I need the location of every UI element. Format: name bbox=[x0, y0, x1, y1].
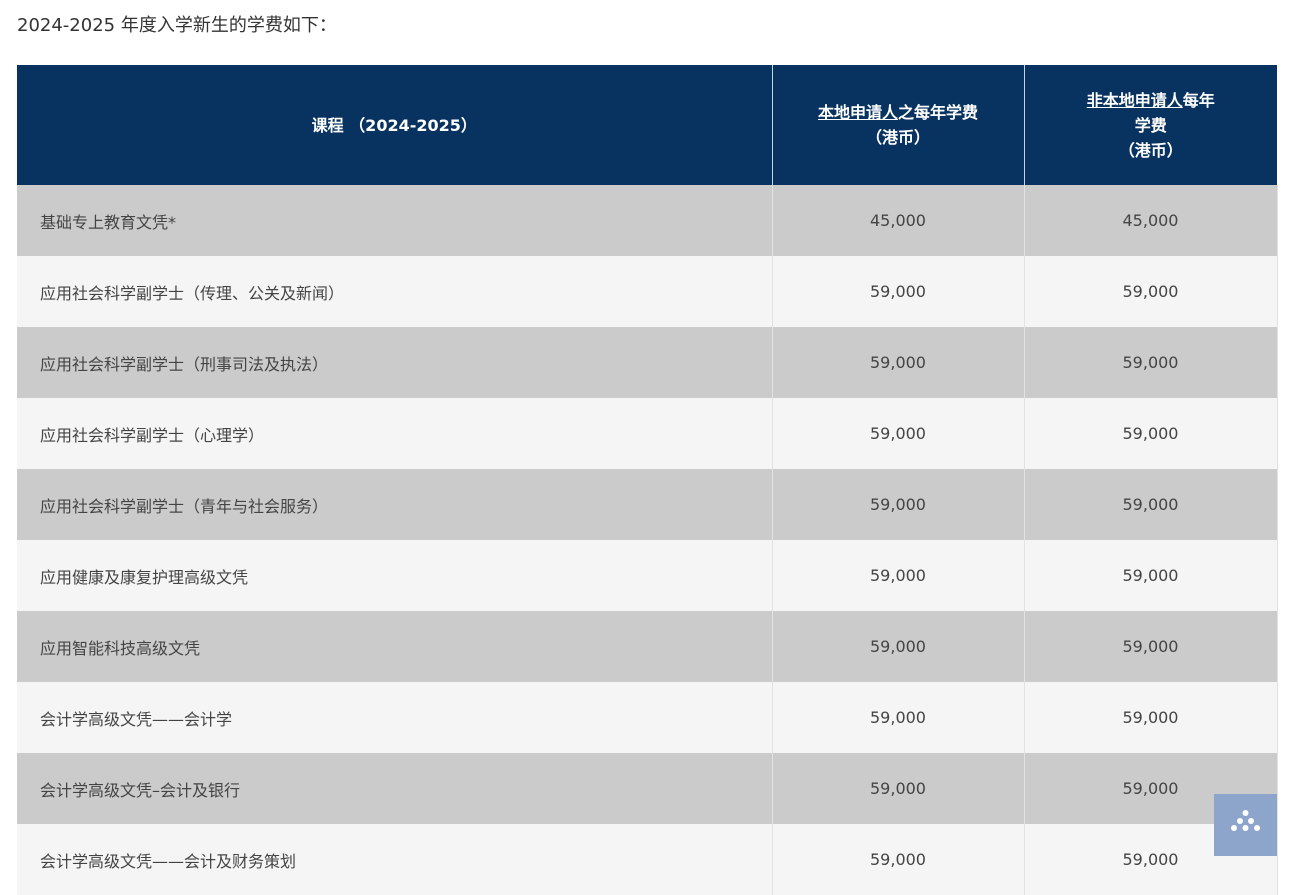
dots-menu-icon bbox=[1231, 810, 1260, 831]
table-row: 应用社会科学副学士（心理学） 59,000 59,000 bbox=[17, 398, 1278, 469]
local-fee: 59,000 bbox=[772, 540, 1025, 611]
course-name: 应用智能科技高级文凭 bbox=[17, 611, 773, 682]
table-header-row: 课程 （2024-2025） 本地申请人之每年学费 （港币） 非本地申请人每年 … bbox=[17, 65, 1277, 185]
local-applicant-link[interactable]: 本地申请人 bbox=[818, 103, 898, 122]
course-name: 应用社会科学副学士（刑事司法及执法） bbox=[17, 327, 773, 398]
table-row: 应用社会科学副学士（青年与社会服务） 59,000 59,000 bbox=[17, 469, 1278, 540]
nonlocal-fee: 59,000 bbox=[1024, 682, 1278, 753]
course-name: 基础专上教育文凭* bbox=[17, 185, 773, 256]
table-row: 会计学高级文凭–会计及银行 59,000 59,000 bbox=[17, 753, 1278, 824]
header-nonlocal-line2: 学费 bbox=[1134, 115, 1167, 135]
course-name: 应用社会科学副学士（心理学） bbox=[17, 398, 773, 469]
nonlocal-fee: 59,000 bbox=[1024, 256, 1278, 327]
header-local-rest: 之每年学费 bbox=[898, 103, 979, 122]
course-name: 应用健康及康复护理高级文凭 bbox=[17, 540, 773, 611]
tuition-fee-table: 课程 （2024-2025） 本地申请人之每年学费 （港币） 非本地申请人每年 … bbox=[17, 65, 1278, 895]
nonlocal-fee: 59,000 bbox=[1024, 327, 1278, 398]
nonlocal-applicant-link[interactable]: 非本地申请人 bbox=[1087, 91, 1183, 110]
table-row: 会计学高级文凭——会计及财务策划 59,000 59,000 bbox=[17, 824, 1278, 895]
table-row: 会计学高级文凭——会计学 59,000 59,000 bbox=[17, 682, 1278, 753]
local-fee: 59,000 bbox=[772, 824, 1025, 895]
local-fee: 59,000 bbox=[772, 469, 1025, 540]
course-name: 会计学高级文凭——会计及财务策划 bbox=[17, 824, 773, 895]
header-nonlocal-fee: 非本地申请人每年 学费 （港币） bbox=[1024, 65, 1277, 185]
local-fee: 59,000 bbox=[772, 398, 1025, 469]
local-fee: 59,000 bbox=[772, 611, 1025, 682]
local-fee: 59,000 bbox=[772, 327, 1025, 398]
table-row: 应用智能科技高级文凭 59,000 59,000 bbox=[17, 611, 1278, 682]
header-nonlocal-rest: 每年 bbox=[1182, 90, 1215, 110]
header-course-label: 课程 （2024-2025） bbox=[311, 115, 477, 135]
table-row: 应用社会科学副学士（传理、公关及新闻） 59,000 59,000 bbox=[17, 256, 1278, 327]
table-row: 应用健康及康复护理高级文凭 59,000 59,000 bbox=[17, 540, 1278, 611]
header-course: 课程 （2024-2025） bbox=[17, 65, 773, 185]
course-name: 会计学高级文凭–会计及银行 bbox=[17, 753, 773, 824]
intro-text: 2024-2025 年度入学新生的学费如下： bbox=[17, 15, 337, 36]
local-fee: 45,000 bbox=[772, 185, 1025, 256]
header-nonlocal-unit: （港币） bbox=[1118, 140, 1183, 160]
course-name: 应用社会科学副学士（青年与社会服务） bbox=[17, 469, 773, 540]
header-local-fee: 本地申请人之每年学费 （港币） bbox=[772, 65, 1025, 185]
nonlocal-fee: 59,000 bbox=[1024, 611, 1278, 682]
course-name: 应用社会科学副学士（传理、公关及新闻） bbox=[17, 256, 773, 327]
nonlocal-fee: 45,000 bbox=[1024, 185, 1278, 256]
local-fee: 59,000 bbox=[772, 753, 1025, 824]
table-row: 应用社会科学副学士（刑事司法及执法） 59,000 59,000 bbox=[17, 327, 1278, 398]
header-local-unit: （港币） bbox=[865, 128, 930, 147]
local-fee: 59,000 bbox=[772, 682, 1025, 753]
local-fee: 59,000 bbox=[772, 256, 1025, 327]
floating-menu-button[interactable] bbox=[1214, 794, 1277, 856]
table-row: 基础专上教育文凭* 45,000 45,000 bbox=[17, 185, 1278, 256]
nonlocal-fee: 59,000 bbox=[1024, 469, 1278, 540]
course-name: 会计学高级文凭——会计学 bbox=[17, 682, 773, 753]
nonlocal-fee: 59,000 bbox=[1024, 398, 1278, 469]
nonlocal-fee: 59,000 bbox=[1024, 540, 1278, 611]
